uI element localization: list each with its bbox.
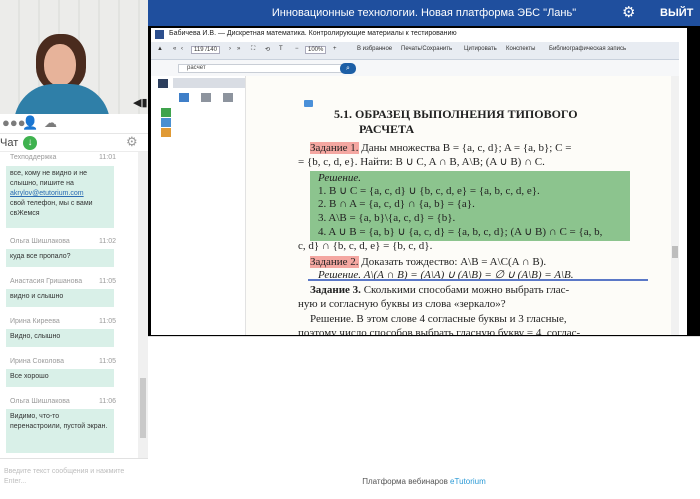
text-icon[interactable]: T [279, 46, 283, 52]
reader-sidebar [151, 76, 246, 335]
next-page-icon[interactable]: › [229, 46, 231, 52]
page-counter[interactable]: 119 /140 [191, 46, 220, 54]
chat-tab-label[interactable]: Чат [0, 137, 18, 149]
message-bubble: все, кому не видно и не слышно, пишите н… [6, 166, 114, 228]
book-page: 5.1. ОБРАЗЕЦ ВЫПОЛНЕНИЯ ТИПОВОГО РАСЧЕТА… [246, 76, 671, 335]
book-title: Бабичева И.В. — Дискретная математика. К… [169, 30, 457, 37]
print-save-button[interactable]: Печать/Сохранить [401, 46, 452, 52]
last-page-icon[interactable]: » [237, 46, 240, 52]
underline-annotation [308, 279, 648, 281]
exit-button[interactable]: ВЫЙТ [660, 0, 693, 26]
message-bubble: Все хорошо [6, 369, 114, 387]
user-icon[interactable]: 👤 [22, 116, 38, 130]
comment-icon[interactable] [179, 93, 189, 102]
title-bar: Инновационные технологии. Новая платформ… [148, 0, 700, 26]
chat-toolbar: ●●● 👤 ☁ [0, 114, 148, 134]
support-email-link[interactable]: akrylov@etutorium.com [10, 190, 84, 197]
footer-brand-link[interactable]: eTutorium [450, 477, 486, 486]
grid-icon[interactable] [158, 79, 168, 88]
page-icon[interactable] [223, 93, 233, 102]
zoom-out-icon[interactable]: − [295, 46, 299, 52]
cloud-icon[interactable]: ☁ [44, 116, 57, 130]
message-bubble: Видимо, что-то перенастроили, пустой экр… [6, 409, 114, 453]
task2-label: Задание 2. [310, 256, 359, 268]
chat-input[interactable]: Введите текст сообщения и нажмите Enter.… [0, 458, 148, 499]
lan-logo-icon [155, 30, 164, 39]
bibliography-button[interactable]: Библиографическая запись [549, 46, 626, 52]
zoom-level[interactable]: 100% [305, 46, 327, 54]
volume-icon[interactable]: ◀▮ [133, 98, 148, 109]
reader-search: расчет ⌕ [151, 60, 679, 76]
chat-scrollbar[interactable] [138, 152, 148, 458]
prev-page-icon[interactable]: ‹ [181, 46, 183, 52]
section-title: 5.1. ОБРАЗЕЦ ВЫПОЛНЕНИЯ ТИПОВОГО РАСЧЕТА [334, 107, 578, 136]
bottom-area: Платформа вебинаров eTutorium [148, 336, 700, 499]
message-bubble: куда все пропало? [6, 249, 114, 267]
favorites-button[interactable]: В избранное [357, 46, 392, 52]
download-icon[interactable]: ↓ [23, 136, 37, 150]
home-icon[interactable]: ▲ [157, 46, 163, 52]
task1-label: Задание 1. [310, 142, 359, 154]
message-time: 11:01 [99, 154, 116, 161]
webinar-app: ◀▮ ●●● 👤 ☁ Чат ↓ ⚙ Техподдержка 11:01 все… [0, 0, 700, 499]
chat-header: Чат ↓ ⚙ [0, 134, 148, 152]
outer-scrollbar[interactable] [679, 28, 687, 335]
bookmark-icon[interactable] [201, 93, 211, 102]
settings-gear-icon[interactable]: ⚙ [622, 3, 635, 21]
side-tool-icon[interactable] [161, 118, 171, 127]
search-icon[interactable]: ⌕ [340, 63, 356, 74]
reader-toolbar: ▲ « ‹ 119 /140 › » ⛶ ⟲ T − 100% + В избр… [151, 42, 679, 60]
gear-icon[interactable]: ⚙ [126, 134, 138, 150]
message-bubble: Видно, слышно [6, 329, 114, 347]
message-bubble: видно и слышно [6, 289, 114, 307]
quote-button[interactable]: Цитировать [464, 46, 497, 52]
footer: Платформа вебинаров eTutorium [148, 477, 700, 486]
sidebar-tabs[interactable] [173, 78, 245, 88]
side-tool-icon[interactable] [161, 128, 171, 137]
chat-messages: Техподдержка 11:01 все, кому не видно и н… [0, 152, 138, 458]
comment-marker-icon[interactable] [304, 100, 313, 107]
presenter-video: ◀▮ [0, 0, 148, 114]
zoom-in-icon[interactable]: + [333, 46, 337, 52]
fit-icon[interactable]: ⛶ [251, 46, 255, 53]
page-scrollbar[interactable] [671, 76, 679, 335]
footer-prefix: Платформа вебинаров [362, 477, 448, 486]
notes-button[interactable]: Конспекты [506, 46, 535, 52]
first-page-icon[interactable]: « [173, 46, 176, 52]
webinar-title: Инновационные технологии. Новая платформ… [271, 7, 577, 19]
book-header: Бабичева И.В. — Дискретная математика. К… [151, 28, 687, 42]
chat-input-placeholder: Введите текст сообщения и нажмите Enter.… [4, 468, 125, 485]
rotate-icon[interactable]: ⟲ [265, 46, 270, 53]
search-input[interactable]: расчет [178, 64, 346, 73]
side-tool-icon[interactable] [161, 108, 171, 117]
message-author: Техподдержка [10, 154, 57, 161]
